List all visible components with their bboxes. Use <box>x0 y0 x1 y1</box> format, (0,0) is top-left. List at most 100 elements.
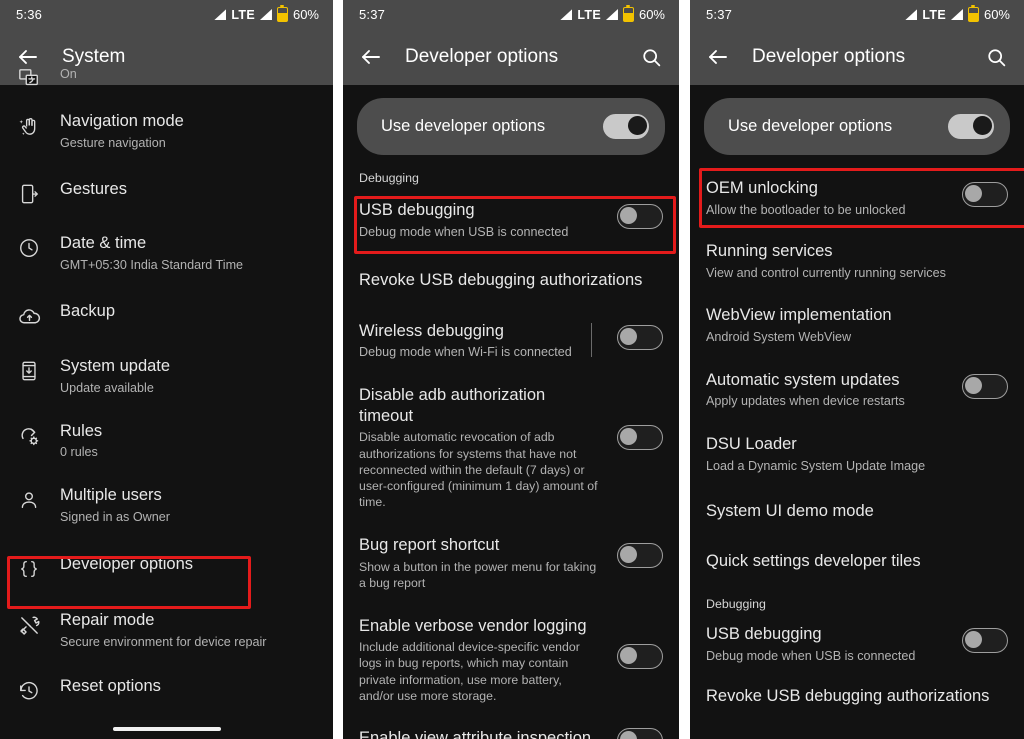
oem-unlocking-toggle[interactable] <box>962 182 1008 207</box>
list-item-subtitle: GMT+05:30 India Standard Time <box>60 257 244 272</box>
list-item-usb-debugging[interactable]: USB debugging Debug mode when USB is con… <box>690 615 1024 673</box>
signal-icon-2 <box>259 9 272 20</box>
list-item-partial[interactable]: On <box>0 63 333 99</box>
list-item-disable-adb-timeout[interactable]: Disable adb authorization timeout Disabl… <box>343 372 679 523</box>
row-divider <box>591 322 592 357</box>
list-item-title: Quick settings developer tiles <box>706 551 921 570</box>
list-item-text: Date & time GMT+05:30 India Standard Tim… <box>60 233 317 273</box>
phone-screen-system-settings: 5:36 LTE 60% System On Navigation mode G… <box>0 0 333 739</box>
status-time: 5:37 <box>706 7 733 22</box>
automatic-system-updates-toggle[interactable] <box>962 373 1008 399</box>
list-item-system-ui-demo-mode[interactable]: System UI demo mode <box>690 486 1024 537</box>
list-item-subtitle: Update available <box>60 381 154 396</box>
clock-icon <box>16 233 42 259</box>
status-time: 5:37 <box>359 7 386 22</box>
use-developer-options-card[interactable]: Use developer options <box>357 98 665 155</box>
status-indicators: LTE 60% <box>214 4 319 22</box>
wireless-debugging-toggle[interactable] <box>617 324 663 350</box>
list-item-verbose-vendor-logging[interactable]: Enable verbose vendor logging Include ad… <box>343 604 679 717</box>
list-item-revoke-usb-authorizations[interactable]: Revoke USB debugging authorizations <box>343 251 679 310</box>
list-item-dsu-loader[interactable]: DSU Loader Load a Dynamic System Update … <box>690 422 1024 486</box>
list-item-subtitle: Signed in as Owner <box>60 509 170 524</box>
list-item-webview-implementation[interactable]: WebView implementation Android System We… <box>690 293 1024 357</box>
list-item-revoke-usb-authorizations[interactable]: Revoke USB debugging authorizations <box>690 674 1024 719</box>
toggle-wrap <box>599 200 663 229</box>
person-icon <box>16 485 42 511</box>
list-item-text: Reset options <box>60 676 317 697</box>
search-icon[interactable] <box>639 45 663 69</box>
list-item-title: DSU Loader <box>706 434 797 453</box>
search-icon[interactable] <box>984 45 1008 69</box>
disable-adb-timeout-toggle[interactable] <box>617 425 663 451</box>
network-type-label: LTE <box>577 7 601 22</box>
list-item-oem-unlocking[interactable]: OEM unlocking Allow the bootloader to be… <box>690 167 1024 229</box>
use-developer-options-card[interactable]: Use developer options <box>704 98 1010 155</box>
status-indicators: LTE 60% <box>560 4 665 22</box>
back-arrow-icon[interactable] <box>706 45 730 69</box>
list-item-text: Quick settings developer tiles <box>706 551 1008 572</box>
list-item-text: Multiple users Signed in as Owner <box>60 485 317 525</box>
gesture-navigation-icon <box>16 111 42 138</box>
list-item-view-attribute-inspection[interactable]: Enable view attribute inspection <box>343 716 679 739</box>
usb-debugging-toggle[interactable] <box>962 628 1008 654</box>
list-item-subtitle: Allow the bootloader to be unlocked <box>706 202 906 217</box>
list-item-subtitle: Load a Dynamic System Update Image <box>706 458 926 473</box>
usb-debugging-toggle[interactable] <box>617 204 663 229</box>
list-item-text: WebView implementation Android System We… <box>706 305 1008 345</box>
list-item-text: Bug report shortcut Show a button in the… <box>359 535 599 591</box>
toggle-wrap <box>944 624 1008 654</box>
sidebar-item-system-update[interactable]: System update Update available <box>0 344 333 408</box>
status-indicators: LTE 60% <box>905 4 1010 22</box>
list-item-title: Multiple users <box>60 485 162 504</box>
toggle-wrap <box>599 385 663 451</box>
list-item-text: Running services View and control curren… <box>706 241 1008 281</box>
list-item-title: Repair mode <box>60 611 155 630</box>
signal-icon <box>214 9 227 20</box>
list-item-text: Backup <box>60 301 317 322</box>
sidebar-item-gestures[interactable]: Gestures <box>0 163 333 221</box>
list-item-subtitle: Gesture navigation <box>60 135 166 150</box>
list-item-text: Gestures <box>60 179 317 200</box>
sidebar-item-navigation-mode[interactable]: Navigation mode Gesture navigation <box>0 99 333 163</box>
toggle-wrap <box>599 616 663 669</box>
list-item-text: System update Update available <box>60 356 317 396</box>
list-item-usb-debugging[interactable]: USB debugging Debug mode when USB is con… <box>343 189 679 251</box>
gestures-icon <box>16 179 42 205</box>
sidebar-item-date-time[interactable]: Date & time GMT+05:30 India Standard Tim… <box>0 221 333 285</box>
network-type-label: LTE <box>231 7 255 22</box>
nav-gesture-pill[interactable] <box>112 727 221 731</box>
list-item-wireless-debugging[interactable]: Wireless debugging Debug mode when Wi-Fi… <box>343 310 679 372</box>
list-item-quick-settings-developer-tiles[interactable]: Quick settings developer tiles <box>690 537 1024 586</box>
hero-label: Use developer options <box>728 117 893 135</box>
list-item-text: Repair mode Secure environment for devic… <box>60 610 317 650</box>
list-item-bug-report-shortcut[interactable]: Bug report shortcut Show a button in the… <box>343 523 679 603</box>
back-arrow-icon[interactable] <box>359 45 383 69</box>
list-item-automatic-system-updates[interactable]: Automatic system updates Apply updates w… <box>690 358 1024 422</box>
use-developer-options-toggle[interactable] <box>603 114 649 139</box>
list-item-subtitle: Debug mode when USB is connected <box>359 224 569 239</box>
sidebar-item-reset-options[interactable]: Reset options <box>0 663 333 715</box>
list-item-title: Wireless debugging <box>359 321 504 340</box>
sidebar-item-backup[interactable]: Backup <box>0 285 333 344</box>
battery-icon <box>276 4 288 22</box>
list-item-text: Rules 0 rules <box>60 421 317 461</box>
sidebar-item-repair-mode[interactable]: Repair mode Secure environment for devic… <box>0 597 333 663</box>
list-item-running-services[interactable]: Running services View and control curren… <box>690 229 1024 293</box>
sidebar-item-multiple-users[interactable]: Multiple users Signed in as Owner <box>0 473 333 537</box>
sidebar-item-developer-options[interactable]: Developer options <box>0 537 333 597</box>
verbose-vendor-logging-toggle[interactable] <box>617 643 663 669</box>
view-attribute-inspection-toggle[interactable] <box>617 728 663 739</box>
use-developer-options-toggle[interactable] <box>948 114 994 139</box>
list-item-title: Backup <box>60 302 116 321</box>
status-time: 5:36 <box>16 7 43 22</box>
list-item-text: Enable verbose vendor logging Include ad… <box>359 616 599 705</box>
bug-report-shortcut-toggle[interactable] <box>617 543 663 569</box>
history-reset-icon <box>16 676 42 702</box>
battery-icon <box>967 4 979 22</box>
signal-icon <box>560 9 573 20</box>
list-item-title: Reset options <box>60 677 161 696</box>
rules-icon <box>16 421 42 448</box>
list-item-text: Disable adb authorization timeout Disabl… <box>359 385 599 510</box>
signal-icon <box>905 9 918 20</box>
sidebar-item-rules[interactable]: Rules 0 rules <box>0 409 333 473</box>
